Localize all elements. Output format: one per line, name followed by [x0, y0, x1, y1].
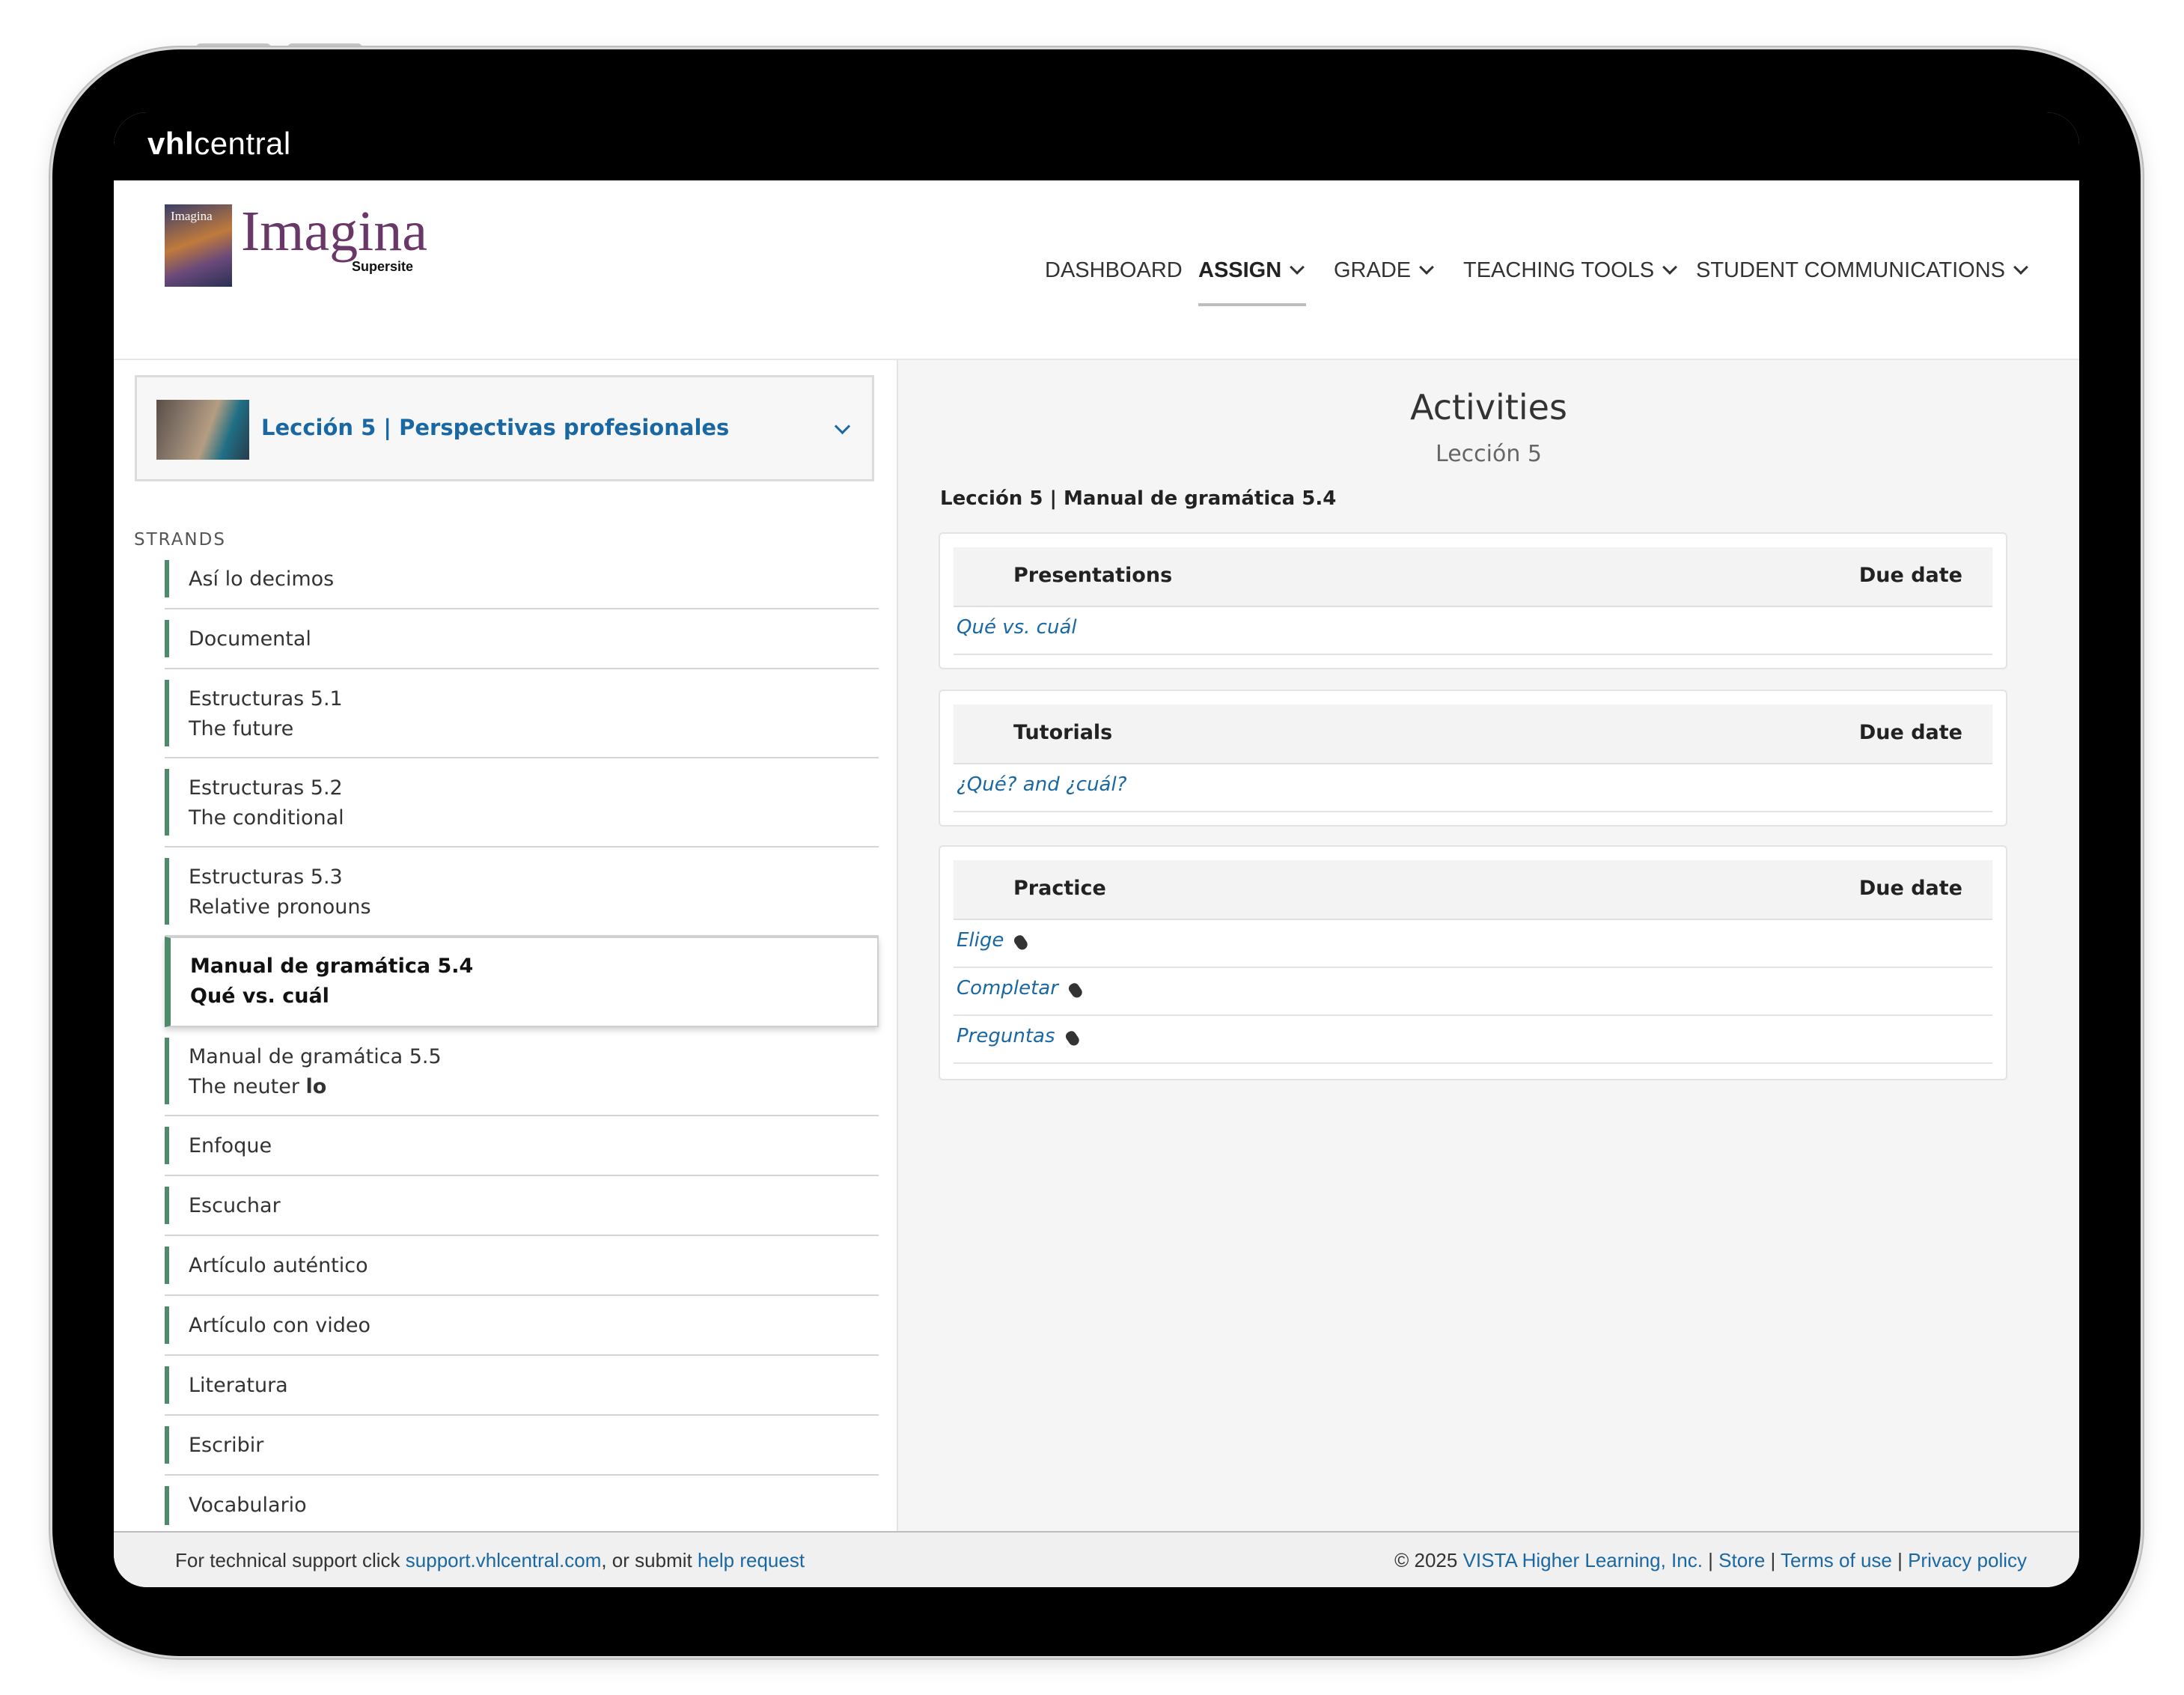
- strand-item[interactable]: Así lo decimos: [165, 550, 879, 609]
- sidebar: Lección 5 | Perspectivas profesionales S…: [114, 360, 897, 1531]
- mouse-icon: [1067, 981, 1085, 1000]
- activity-link[interactable]: Qué vs. cuál: [957, 616, 1077, 639]
- activity-row: Elige: [954, 919, 1992, 968]
- page-subtitle: Lección 5: [1436, 441, 1542, 467]
- book-cover: Imagina: [165, 204, 232, 287]
- panel-title: Tutorials: [1013, 721, 1113, 744]
- panel-header: Presentations Due date: [954, 547, 1992, 607]
- strand-item[interactable]: Artículo auténtico: [165, 1236, 879, 1296]
- breadcrumb: Lección 5 | Manual de gramática 5.4: [940, 487, 1337, 510]
- strand-item[interactable]: Estructuras 5.2 The conditional: [165, 758, 879, 848]
- chevron-down-icon: [2013, 260, 2028, 275]
- footer-links: © 2025 VISTA Higher Learning, Inc. | Sto…: [1394, 1549, 2027, 1571]
- strand-item[interactable]: Estructuras 5.3 Relative pronouns: [165, 848, 879, 937]
- activity-row: Preguntas: [954, 1014, 1992, 1064]
- nav-dashboard[interactable]: DASHBOARD: [1045, 258, 1183, 283]
- app-screen: vhlcentral Imagina Imagina Supersite DAS…: [114, 112, 2079, 1587]
- help-request-link[interactable]: help request: [698, 1549, 805, 1571]
- strand-item[interactable]: Enfoque: [165, 1116, 879, 1176]
- strand-item[interactable]: Escribir: [165, 1416, 879, 1476]
- mouse-icon: [1012, 933, 1030, 952]
- due-date-header: Due date: [1858, 877, 1962, 900]
- chevron-down-icon: [834, 418, 851, 435]
- strands-label: STRANDS: [134, 530, 226, 550]
- panel-header: Tutorials Due date: [954, 705, 1992, 764]
- activity-link[interactable]: Completar: [957, 977, 1085, 1000]
- chevron-down-icon: [1290, 260, 1305, 275]
- strand-item[interactable]: Vocabulario: [165, 1476, 879, 1536]
- nav-student-communications[interactable]: STUDENT COMMUNICATIONS: [1696, 258, 2028, 283]
- activity-row: ¿Qué? and ¿cuál?: [954, 763, 1992, 812]
- panel-title: Presentations: [1013, 564, 1173, 587]
- strand-item[interactable]: Literatura: [165, 1356, 879, 1416]
- due-date-header: Due date: [1858, 721, 1962, 744]
- strand-item-selected[interactable]: Manual de gramática 5.4 Qué vs. cuál: [165, 937, 879, 1027]
- lesson-thumbnail: [156, 400, 249, 460]
- panel-header: Practice Due date: [954, 860, 1992, 920]
- strand-item[interactable]: Artículo con video: [165, 1296, 879, 1356]
- store-link[interactable]: Store: [1718, 1549, 1765, 1571]
- presentations-panel: Presentations Due date Qué vs. cuál: [939, 532, 2007, 669]
- nav-grade[interactable]: GRADE: [1334, 258, 1435, 283]
- nav-teaching-tools[interactable]: TEACHING TOOLS: [1463, 258, 1678, 283]
- activity-row: Qué vs. cuál: [954, 606, 1992, 655]
- terms-link[interactable]: Terms of use: [1781, 1549, 1892, 1571]
- activity-link[interactable]: Elige: [957, 929, 1030, 952]
- vhlcentral-logo[interactable]: vhlcentral: [147, 126, 291, 162]
- main-content: Activities Lección 5 Lección 5 | Manual …: [898, 360, 2079, 1531]
- strand-item[interactable]: Estructuras 5.1 The future: [165, 669, 879, 758]
- support-text: For technical support click support.vhlc…: [175, 1549, 805, 1571]
- strand-item[interactable]: Escuchar: [165, 1176, 879, 1236]
- activity-link[interactable]: Preguntas: [957, 1025, 1081, 1048]
- footer: For technical support click support.vhlc…: [114, 1531, 2079, 1587]
- support-link[interactable]: support.vhlcentral.com: [406, 1549, 602, 1571]
- practice-panel: Practice Due date Elige Completar Pregun…: [939, 845, 2007, 1080]
- site-header: Imagina Imagina Supersite DASHBOARD ASSI…: [114, 180, 2079, 360]
- due-date-header: Due date: [1858, 564, 1962, 587]
- activity-row: Completar: [954, 967, 1992, 1016]
- strand-list: Así lo decimos Documental Estructuras 5.…: [165, 550, 879, 1536]
- top-bar: vhlcentral: [114, 112, 2079, 180]
- lesson-selector[interactable]: Lección 5 | Perspectivas profesionales: [135, 375, 874, 481]
- supersite-logo: Supersite: [352, 259, 414, 274]
- activity-link[interactable]: ¿Qué? and ¿cuál?: [957, 773, 1127, 796]
- tutorials-panel: Tutorials Due date ¿Qué? and ¿cuál?: [939, 690, 2007, 827]
- privacy-link[interactable]: Privacy policy: [1908, 1549, 2027, 1571]
- strand-item[interactable]: Manual de gramática 5.5 The neuter lo: [165, 1027, 879, 1116]
- company-link[interactable]: VISTA Higher Learning, Inc.: [1463, 1549, 1703, 1571]
- nav-assign[interactable]: ASSIGN: [1198, 258, 1305, 283]
- strand-item[interactable]: Documental: [165, 609, 879, 669]
- lesson-title: Lección 5 | Perspectivas profesionales: [261, 415, 730, 440]
- panel-title: Practice: [1013, 877, 1106, 900]
- active-nav-underline: [1198, 303, 1306, 306]
- chevron-down-icon: [1419, 260, 1435, 275]
- page-title: Activities: [1410, 387, 1567, 427]
- imagina-logo[interactable]: Imagina: [241, 203, 427, 260]
- mouse-icon: [1064, 1029, 1081, 1048]
- chevron-down-icon: [1662, 260, 1678, 275]
